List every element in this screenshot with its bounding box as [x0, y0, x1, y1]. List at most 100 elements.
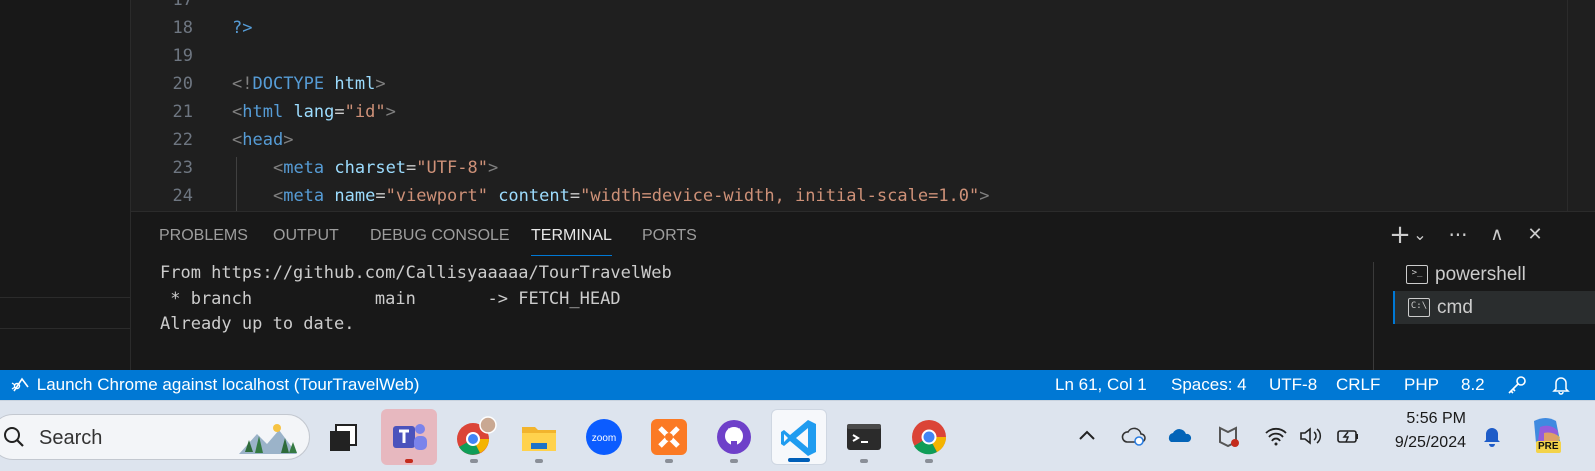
- more-actions-button[interactable]: ···: [1443, 220, 1473, 250]
- terminal-line[interactable]: Already up to date.: [160, 312, 354, 336]
- zoom-button[interactable]: zoom: [576, 409, 632, 465]
- cmd-icon: C:\: [1408, 298, 1430, 317]
- clock-date: 9/25/2024: [1394, 434, 1466, 451]
- code-token: meta: [283, 186, 325, 206]
- code-line[interactable]: 18 ?>: [131, 14, 1595, 42]
- code-token: >: [375, 74, 386, 94]
- code-line[interactable]: 22 <head>: [131, 126, 1595, 154]
- running-indicator: [925, 459, 933, 463]
- code-line[interactable]: 24 <meta name="viewport" content="width=…: [131, 182, 1595, 210]
- taskbar-search[interactable]: Search: [0, 414, 310, 460]
- eol-setting[interactable]: CRLF: [1336, 370, 1380, 400]
- copilot-badge: PRE: [1536, 441, 1561, 453]
- maximize-panel-button[interactable]: ∧: [1482, 220, 1512, 250]
- sidebar: [0, 0, 131, 370]
- vscode-button[interactable]: [771, 409, 827, 465]
- code-token: ?>: [232, 18, 253, 38]
- notification-bell-icon[interactable]: [1478, 422, 1506, 450]
- tab-output[interactable]: OUTPUT: [273, 226, 339, 246]
- github-desktop-button[interactable]: [706, 409, 762, 465]
- code-token: =: [375, 186, 386, 206]
- line-number: 17: [172, 0, 193, 10]
- terminal-prompt-icon: >_: [1406, 265, 1428, 284]
- line-code: <head>: [232, 126, 293, 154]
- code-token: >: [283, 130, 294, 150]
- running-indicator: [730, 459, 738, 463]
- microsoft-teams-button[interactable]: [381, 409, 437, 465]
- chrome-profile-icon: [457, 416, 497, 455]
- zoom-wordmark: zoom: [592, 433, 616, 444]
- terminal-app-button[interactable]: [836, 409, 892, 465]
- code-token: <: [272, 158, 284, 178]
- terminal-item-powershell[interactable]: >_ powershell: [1393, 258, 1595, 291]
- battery-charging-icon[interactable]: [1334, 422, 1362, 450]
- code-token: >: [487, 158, 499, 178]
- task-view-button[interactable]: [316, 409, 372, 465]
- language-mode[interactable]: PHP: [1404, 370, 1439, 400]
- wifi-icon[interactable]: [1262, 422, 1290, 450]
- line-number: 21: [172, 102, 193, 122]
- code-line[interactable]: 20 <!DOCTYPE html>: [131, 70, 1595, 98]
- terminal-item-cmd[interactable]: C:\ cmd: [1393, 291, 1595, 324]
- code-token: meta: [283, 158, 325, 178]
- cloud-sync-icon[interactable]: [1120, 422, 1148, 450]
- code-token: name: [324, 186, 376, 206]
- code-token: html: [324, 74, 376, 94]
- terminal-item-label: powershell: [1435, 264, 1526, 285]
- windows-taskbar: Search zoom 5:56 PM 9/25/2024 PRE: [0, 400, 1595, 471]
- tab-ports[interactable]: PORTS: [642, 226, 697, 246]
- code-token: <: [232, 130, 243, 150]
- code-line[interactable]: 21 <html lang="id">: [131, 98, 1595, 126]
- code-line[interactable]: 17: [131, 0, 1595, 14]
- volume-icon[interactable]: [1296, 422, 1324, 450]
- tab-problems[interactable]: PROBLEMS: [159, 226, 248, 246]
- launch-config-label: Launch Chrome against localhost (TourTra…: [36, 375, 420, 394]
- tab-terminal[interactable]: TERMINAL: [531, 226, 612, 256]
- code-line[interactable]: 19: [131, 42, 1595, 70]
- launch-config-item[interactable]: Launch Chrome against localhost (TourTra…: [10, 370, 419, 400]
- editor-scrollbar[interactable]: [1567, 0, 1595, 211]
- indentation-setting[interactable]: Spaces: 4: [1171, 370, 1247, 400]
- terminal-scrollbar[interactable]: [1373, 262, 1374, 370]
- terminal-line[interactable]: * branch main -> FETCH_HEAD: [160, 287, 620, 311]
- indent-guide: [236, 157, 237, 211]
- new-terminal-menu-button[interactable]: ⌄: [1410, 220, 1430, 250]
- line-code: <meta name="viewport" content="width=dev…: [232, 182, 990, 210]
- line-number: 18: [172, 18, 193, 38]
- php-version[interactable]: 8.2: [1461, 370, 1485, 400]
- encoding-setting[interactable]: UTF-8: [1269, 370, 1317, 400]
- system-clock[interactable]: 5:56 PM 9/25/2024: [1384, 407, 1466, 455]
- copilot-button[interactable]: PRE: [1526, 413, 1568, 459]
- code-token: <!: [232, 74, 253, 94]
- active-indicator: [788, 458, 810, 462]
- task-view-icon: [330, 424, 357, 451]
- close-panel-button[interactable]: ✕: [1520, 220, 1550, 250]
- sidebar-divider: [0, 297, 131, 298]
- code-line[interactable]: 23 <meta charset="UTF-8">: [131, 154, 1595, 182]
- zoom-icon: zoom: [586, 419, 622, 455]
- chrome-profile-button[interactable]: [446, 409, 502, 465]
- file-explorer-button[interactable]: [511, 409, 567, 465]
- xampp-button[interactable]: [641, 409, 697, 465]
- line-number: 20: [172, 74, 193, 94]
- onedrive-icon[interactable]: [1166, 422, 1194, 450]
- code-token: head: [242, 130, 284, 150]
- running-indicator: [860, 459, 868, 463]
- tab-debug-console[interactable]: DEBUG CONSOLE: [370, 226, 510, 246]
- cursor-position[interactable]: Ln 61, Col 1: [1055, 370, 1147, 400]
- code-token: <: [232, 102, 243, 122]
- terminal-line[interactable]: From https://github.com/Callisyaaaaa/Tou…: [160, 261, 672, 285]
- running-indicator: [470, 459, 478, 463]
- line-number: 19: [172, 46, 193, 66]
- chevron-up-icon[interactable]: [1073, 422, 1101, 450]
- search-placeholder: Search: [39, 427, 103, 449]
- chrome-button[interactable]: [901, 409, 957, 465]
- code-token: =: [569, 186, 581, 206]
- mcafee-icon[interactable]: [1214, 422, 1242, 450]
- code-editor[interactable]: 17 18 ?> 19 20 <!DOCTYPE html> 21 <html lang="i…: [131, 0, 1595, 211]
- code-token: "viewport": [385, 186, 488, 206]
- code-token: <: [272, 186, 284, 206]
- code-token: lang: [283, 102, 335, 122]
